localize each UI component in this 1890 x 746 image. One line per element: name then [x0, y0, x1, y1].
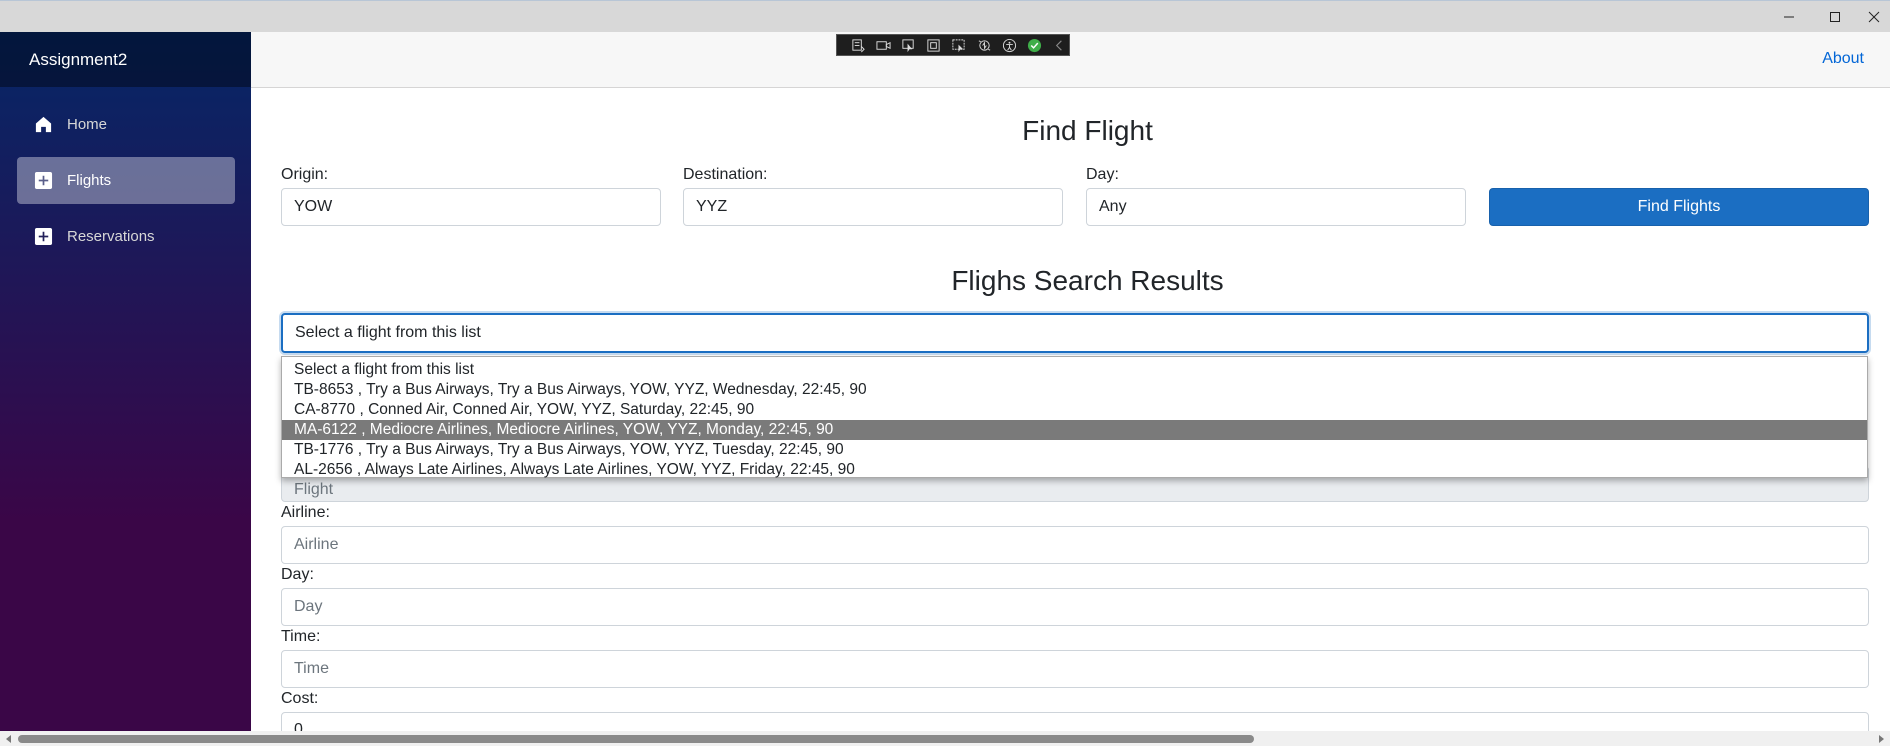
detail-day-label: Day:: [281, 566, 314, 583]
sidebar-item-reservations[interactable]: Reservations: [17, 213, 235, 260]
day-label: Day:: [1086, 166, 1119, 183]
sidebar-item-label: Home: [67, 116, 108, 133]
origin-label: Origin:: [281, 166, 329, 183]
flight-option-highlighted[interactable]: MA-6122 , Mediocre Airlines, Mediocre Ai…: [282, 420, 1867, 440]
sidebar-item-label: Flights: [67, 172, 112, 189]
origin-input[interactable]: YOW: [281, 188, 661, 226]
window-titlebar: [0, 0, 1890, 32]
sidebar-item-home[interactable]: Home: [17, 101, 235, 148]
accessibility-icon[interactable]: [1000, 37, 1018, 53]
sidebar-item-flights[interactable]: Flights: [17, 157, 235, 204]
find-flights-button[interactable]: Find Flights: [1489, 188, 1869, 226]
minimize-icon: [1784, 16, 1794, 18]
xaml-devtools-toolbar: [836, 34, 1070, 56]
sidebar-item-label: Reservations: [67, 228, 155, 245]
sidebar-nav: Home Flights Reservations: [0, 87, 251, 260]
minimize-button[interactable]: [1766, 1, 1812, 33]
close-icon: [1868, 11, 1880, 23]
cost-label: Cost:: [281, 690, 319, 707]
scroll-left-icon[interactable]: [3, 733, 15, 745]
top-row: About: [251, 32, 1890, 88]
home-icon: [33, 115, 53, 135]
time-field[interactable]: Time: [281, 650, 1869, 688]
app-brand[interactable]: Assignment2: [0, 32, 251, 87]
close-button[interactable]: [1858, 1, 1890, 33]
maximize-button[interactable]: [1812, 1, 1858, 33]
record-icon[interactable]: [874, 37, 892, 53]
flight-option[interactable]: AL-2656 , Always Late Airlines, Always L…: [282, 460, 1867, 480]
horizontal-scrollbar[interactable]: [0, 731, 1890, 746]
maximize-icon: [1830, 12, 1840, 22]
flight-option[interactable]: CA-8770 , Conned Air, Conned Air, YOW, Y…: [282, 400, 1867, 420]
time-label: Time:: [281, 628, 321, 645]
main-content: Find Flight Origin: YOW Destination: YYZ…: [251, 88, 1890, 731]
scroll-right-icon[interactable]: [1875, 733, 1887, 745]
hot-reload-icon[interactable]: [975, 37, 993, 53]
checkmark-icon[interactable]: [1026, 37, 1044, 53]
display-layout-adorners-icon[interactable]: [925, 37, 943, 53]
cost-field[interactable]: 0: [281, 712, 1869, 731]
flight-option[interactable]: TB-8653 , Try a Bus Airways, Try a Bus A…: [282, 380, 1867, 400]
plus-icon: [33, 171, 53, 191]
track-focus-icon[interactable]: [950, 37, 968, 53]
destination-input[interactable]: YYZ: [683, 188, 1063, 226]
plus-icon: [33, 227, 53, 247]
flight-select[interactable]: Select a flight from this list: [281, 313, 1869, 353]
flight-select-dropdown: Select a flight from this list TB-8653 ,…: [281, 356, 1868, 478]
detail-day-field[interactable]: Day: [281, 588, 1869, 626]
scrollbar-thumb[interactable]: [18, 735, 1254, 743]
live-visual-tree-icon[interactable]: [849, 37, 867, 53]
about-link[interactable]: About: [1822, 50, 1864, 68]
airline-label: Airline:: [281, 504, 330, 521]
flight-option[interactable]: Select a flight from this list: [282, 360, 1867, 380]
find-flight-title: Find Flight: [1022, 115, 1153, 146]
select-element-icon[interactable]: [899, 37, 917, 53]
collapse-chevron-icon[interactable]: [1051, 37, 1069, 53]
sidebar: Assignment2 Home Flights Reservations: [0, 32, 251, 731]
results-title: Flighs Search Results: [951, 265, 1224, 296]
destination-label: Destination:: [683, 166, 768, 183]
airline-field[interactable]: Airline: [281, 526, 1869, 564]
flight-option[interactable]: TB-1776 , Try a Bus Airways, Try a Bus A…: [282, 440, 1867, 460]
day-input[interactable]: Any: [1086, 188, 1466, 226]
